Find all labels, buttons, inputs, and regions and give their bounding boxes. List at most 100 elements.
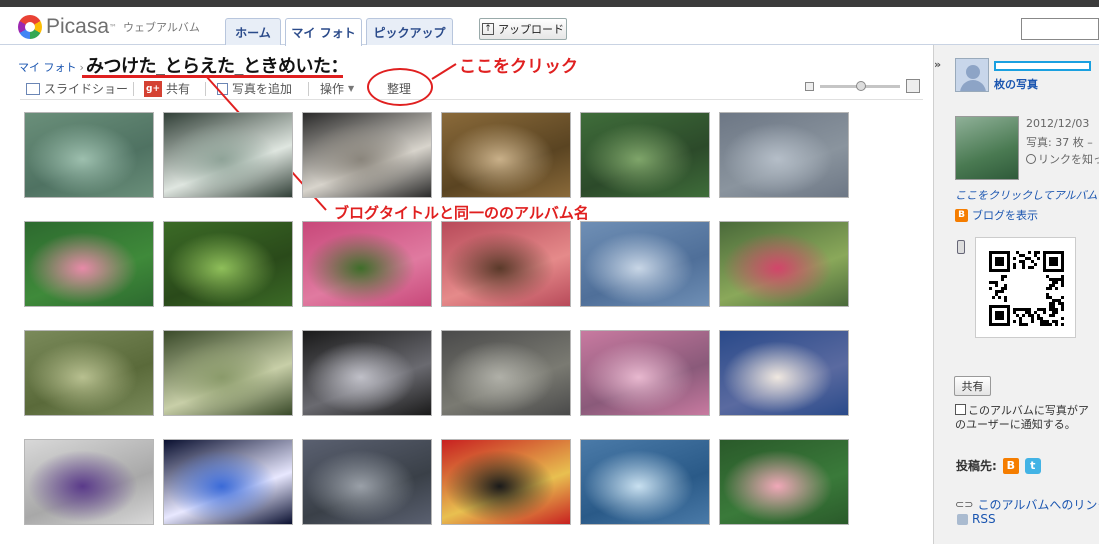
qr-module <box>1055 308 1058 311</box>
photo-thumbnail[interactable] <box>24 330 154 416</box>
album-date: 2012/12/03 <box>1026 117 1090 130</box>
add-photos-button[interactable]: 写真を追加 <box>217 80 292 97</box>
qr-module <box>1055 311 1058 314</box>
photo-thumbnail[interactable] <box>441 112 571 198</box>
qr-module <box>1004 284 1007 287</box>
tab-my-photos[interactable]: マイ フォト <box>285 18 362 46</box>
google-plus-icon: g+ <box>144 80 162 97</box>
photo-thumbnail[interactable] <box>441 221 571 307</box>
picasa-logo[interactable]: Picasa ™ ウェブアルバム <box>18 15 200 39</box>
photo-thumbnail[interactable] <box>163 112 293 198</box>
photo-waterfall-splash <box>164 113 292 197</box>
collapse-sidebar-button[interactable]: » <box>934 58 946 74</box>
photo-thumbnail[interactable] <box>163 221 293 307</box>
toolbar-divider <box>205 82 206 96</box>
qr-module <box>1049 308 1052 311</box>
qr-module <box>1061 305 1064 308</box>
photo-cirrus-sky <box>581 222 709 306</box>
share-button[interactable]: g+ 共有 <box>144 80 190 97</box>
photo-thumbnail[interactable] <box>24 439 154 525</box>
album-cover-thumbnail[interactable] <box>955 116 1019 180</box>
photo-thumbnail[interactable] <box>719 439 849 525</box>
qr-module <box>1013 320 1016 323</box>
photo-petals-dark <box>303 331 431 415</box>
photo-thumbnail[interactable] <box>441 439 571 525</box>
photo-thumbnail[interactable] <box>302 439 432 525</box>
slider-knob[interactable] <box>856 80 866 91</box>
photo-thumbnail[interactable] <box>163 439 293 525</box>
photo-thumbnail[interactable] <box>163 330 293 416</box>
qr-module <box>1046 320 1049 323</box>
photo-thumbnail[interactable] <box>302 112 432 198</box>
qr-module <box>1052 308 1055 311</box>
qr-module <box>995 293 998 296</box>
avatar-body <box>960 80 986 91</box>
thumbnail-size-slider[interactable] <box>805 79 920 93</box>
view-blog-link[interactable]: B ブログを表示 <box>955 207 1038 223</box>
slider-track[interactable] <box>820 80 900 91</box>
upload-button[interactable]: ↑ アップロード <box>479 18 567 40</box>
photo-thumbnail[interactable] <box>719 221 849 307</box>
breadcrumb-my-photos[interactable]: マイ フォト <box>18 61 77 74</box>
qr-module <box>1022 308 1025 311</box>
qr-module <box>1031 266 1034 269</box>
photo-azalea-bush <box>303 222 431 306</box>
slideshow-label: スライドショー <box>44 82 129 96</box>
photo-thumbnail[interactable] <box>302 330 432 416</box>
album-hint-link[interactable]: ここをクリックしてアルバムの <box>955 187 1099 203</box>
album-toolbar: スライドショー g+ 共有 写真を追加 操作 ▼ 整理 <box>20 78 923 100</box>
photo-thumbnail[interactable] <box>441 330 571 416</box>
photo-thumbnail[interactable] <box>24 112 154 198</box>
photo-rock-cascade <box>303 113 431 197</box>
qr-module <box>1049 296 1052 299</box>
photo-thumbnail[interactable] <box>580 112 710 198</box>
photo-azalea-trunk <box>442 222 570 306</box>
visibility-label: リンクを知っ <box>1038 153 1099 166</box>
qr-module <box>1055 281 1058 284</box>
rss-link[interactable]: RSS <box>957 512 996 526</box>
photo-thumbnail[interactable] <box>580 221 710 307</box>
qr-module <box>995 281 998 284</box>
photo-frosted-conifer <box>581 440 709 524</box>
slideshow-button[interactable]: スライドショー <box>26 80 128 97</box>
qr-module <box>1004 299 1007 302</box>
qr-module <box>1025 323 1028 326</box>
photo-thumbnail[interactable] <box>302 221 432 307</box>
photo-thumbnail[interactable] <box>719 330 849 416</box>
upload-arrow-icon: ↑ <box>482 23 494 35</box>
blogger-post-icon[interactable]: B <box>1002 457 1019 474</box>
tab-home[interactable]: ホーム <box>225 18 281 45</box>
qr-module <box>1028 257 1031 260</box>
sidebar-share-button[interactable]: 共有 <box>954 376 991 396</box>
notify-checkbox[interactable] <box>955 404 966 415</box>
qr-module <box>1040 323 1043 326</box>
photo-count-label[interactable]: 枚の写真 <box>994 76 1038 92</box>
qr-module <box>1061 281 1064 284</box>
tab-pickup[interactable]: ピックアップ <box>366 18 453 45</box>
avatar-head <box>966 65 980 79</box>
twitter-icon[interactable]: t <box>1024 457 1041 474</box>
photo-thumbnail[interactable] <box>580 330 710 416</box>
qr-module <box>1061 284 1064 287</box>
qr-module <box>1046 275 1049 278</box>
qr-module <box>1028 308 1031 311</box>
photo-thumbnail[interactable] <box>580 439 710 525</box>
logo-trademark: ™ <box>109 22 118 32</box>
share-label: 共有 <box>166 82 191 96</box>
album-link[interactable]: ⊂⊃ このアルバムへのリンク <box>955 496 1099 513</box>
qr-module <box>1001 275 1004 278</box>
avatar[interactable] <box>955 58 989 92</box>
notify-label: このアルバムに写真がアのユーザーに通知する。 <box>955 404 1089 431</box>
photo-green-forest <box>164 222 292 306</box>
photo-thumbnail[interactable] <box>719 112 849 198</box>
qr-module <box>1028 266 1031 269</box>
actions-menu[interactable]: 操作 ▼ <box>320 80 354 97</box>
photo-golden-water <box>442 113 570 197</box>
notify-users-option[interactable]: このアルバムに写真がアのユーザーに通知する。 <box>955 404 1099 432</box>
search-input[interactable] <box>1021 18 1099 40</box>
qr-module <box>992 281 995 284</box>
qr-module <box>1049 314 1052 317</box>
photo-thumbnail[interactable] <box>24 221 154 307</box>
qr-module <box>1019 320 1022 323</box>
qr-finder <box>1049 257 1058 266</box>
